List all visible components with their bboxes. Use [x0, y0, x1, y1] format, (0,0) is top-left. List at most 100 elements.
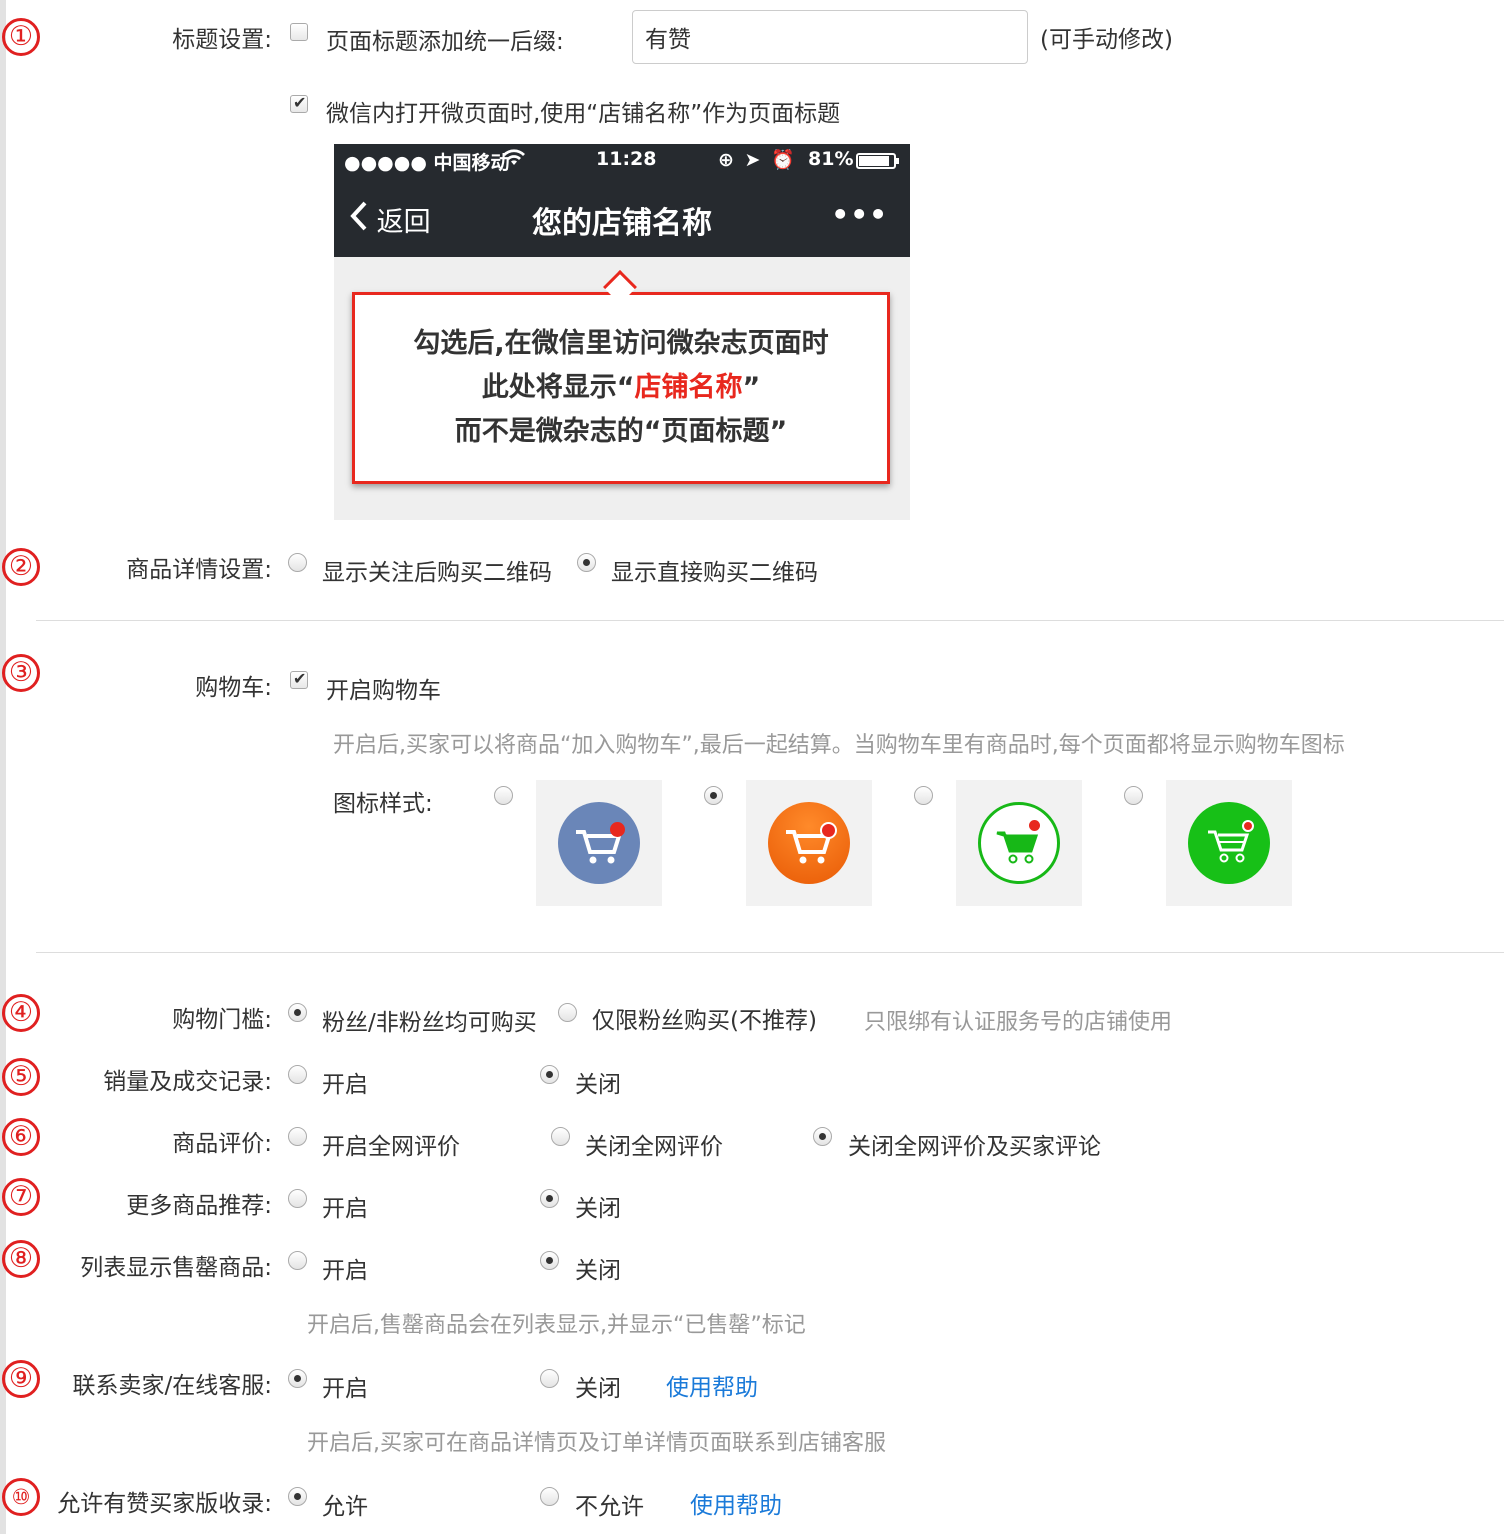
divider-1 [36, 620, 1504, 621]
sales-record-option-off: 关闭 [575, 1072, 621, 1098]
cart-icon-green-outline [978, 802, 1060, 884]
soldout-option-on: 开启 [322, 1258, 368, 1284]
title-preview-image: ●●●●● 中国移动 11:28 ⊕ ➤ ⏰ 81% 返回 您的店铺名称 •••… [334, 144, 910, 520]
battery-percent: 81% [808, 148, 854, 170]
sales-record-radio-off[interactable] [540, 1065, 559, 1084]
soldout-label: 列表显示售罄商品: [80, 1255, 272, 1281]
cart-tile-green-outline[interactable] [956, 780, 1082, 906]
cart-tile-green-filled[interactable] [1166, 780, 1292, 906]
divider-2 [36, 952, 1504, 953]
recommend-option-off: 关闭 [575, 1196, 621, 1222]
product-detail-label: 商品详情设置: [126, 557, 272, 583]
status-time: 11:28 [596, 148, 657, 170]
sales-record-radio-on[interactable] [288, 1065, 307, 1084]
collect-help-link[interactable]: 使用帮助 [690, 1486, 782, 1520]
threshold-option-all: 粉丝/非粉丝均可购买 [322, 1010, 537, 1036]
cart-icon-green-filled [1188, 802, 1270, 884]
left-edge [0, 0, 6, 1534]
review-label: 商品评价: [172, 1131, 272, 1157]
collect-radio-deny[interactable] [540, 1487, 559, 1506]
contact-option-off: 关闭 [575, 1376, 621, 1402]
threshold-note: 只限绑有认证服务号的店铺使用 [864, 1010, 1173, 1035]
review-radio-close[interactable] [551, 1127, 570, 1146]
wechat-title-label: 微信内打开微页面时,使用“店铺名称”作为页面标题 [326, 101, 841, 127]
cart-checkbox[interactable] [290, 669, 308, 689]
contact-option-on: 开启 [322, 1376, 368, 1402]
icon-style-radio-green-outline[interactable] [914, 786, 933, 805]
threshold-radio-all[interactable] [288, 1003, 307, 1022]
recommend-label: 更多商品推荐: [126, 1193, 272, 1219]
lock-rotation-icon: ⊕ [718, 149, 734, 171]
soldout-option-off: 关闭 [575, 1258, 621, 1284]
icon-style-radio-orange[interactable] [704, 786, 723, 805]
battery-icon [856, 152, 900, 174]
status-icons: ⊕ ➤ ⏰ [718, 148, 795, 171]
alarm-icon: ⏰ [771, 149, 795, 171]
soldout-radio-off[interactable] [540, 1251, 559, 1270]
callout-highlight: 店铺名称 [634, 372, 743, 403]
icon-style-radio-green-filled[interactable] [1124, 786, 1143, 805]
cart-hint: 开启后,买家可以将商品“加入购物车”,最后一起结算。当购物车里有商品时,每个页面… [333, 733, 1345, 758]
collect-option-allow: 允许 [322, 1494, 368, 1520]
preview-callout: 勾选后,在微信里访问微杂志页面时 此处将显示“店铺名称” 而不是微杂志的“页面标… [352, 292, 890, 484]
wechat-title-checkbox[interactable] [290, 93, 308, 113]
marker-8: ⑧ [2, 1240, 40, 1278]
threshold-label: 购物门槛: [172, 1007, 272, 1033]
cart-tile-blue[interactable] [536, 780, 662, 906]
carrier-status: ●●●●● 中国移动 [344, 152, 510, 174]
marker-10: ⑩ [2, 1478, 40, 1516]
product-detail-option-direct: 显示直接购买二维码 [611, 560, 818, 586]
marker-4: ④ [2, 994, 40, 1032]
review-radio-open[interactable] [288, 1127, 307, 1146]
suffix-label: 页面标题添加统一后缀: [326, 29, 564, 55]
review-option-close-all: 关闭全网评价及买家评论 [848, 1134, 1101, 1160]
callout-line-2-pre: 此处将显示“ [481, 372, 635, 403]
cart-label: 购物车: [195, 675, 272, 701]
collect-radio-allow[interactable] [288, 1487, 307, 1506]
threshold-option-fans: 仅限粉丝购买(不推荐) [592, 1008, 817, 1034]
review-option-close: 关闭全网评价 [585, 1134, 723, 1160]
recommend-radio-off[interactable] [540, 1189, 559, 1208]
wifi-icon [502, 149, 526, 172]
cart-badge-dot [610, 822, 625, 837]
callout-line-1: 勾选后,在微信里访问微杂志页面时 [413, 328, 829, 359]
contact-radio-on[interactable] [288, 1369, 307, 1388]
cart-badge-dot [1029, 820, 1040, 831]
suffix-checkbox[interactable] [290, 23, 308, 41]
contact-radio-off[interactable] [540, 1369, 559, 1388]
product-detail-radio-direct[interactable] [577, 553, 596, 572]
marker-1: ① [2, 18, 40, 56]
product-detail-option-follow: 显示关注后购买二维码 [322, 560, 552, 586]
cart-icon-blue [558, 802, 640, 884]
recommend-radio-on[interactable] [288, 1189, 307, 1208]
suffix-note: (可手动修改) [1040, 27, 1173, 53]
review-option-open: 开启全网评价 [322, 1134, 460, 1160]
marker-7: ⑦ [2, 1178, 40, 1216]
title-settings-label: 标题设置: [172, 27, 272, 53]
soldout-hint: 开启后,售罄商品会在列表显示,并显示“已售罄”标记 [307, 1313, 806, 1338]
marker-6: ⑥ [2, 1118, 40, 1156]
collect-option-deny: 不允许 [575, 1494, 644, 1520]
marker-5: ⑤ [2, 1058, 40, 1096]
cart-enable-label: 开启购物车 [326, 678, 441, 704]
soldout-radio-on[interactable] [288, 1251, 307, 1270]
more-icon: ••• [831, 198, 888, 231]
recommend-option-on: 开启 [322, 1196, 368, 1222]
marker-9: ⑨ [2, 1360, 40, 1398]
callout-line-3: 而不是微杂志的“页面标题” [454, 416, 788, 447]
product-detail-radio-follow[interactable] [288, 553, 307, 572]
contact-hint: 开启后,买家可在商品详情页及订单详情页面联系到店铺客服 [307, 1431, 886, 1456]
callout-line-2-post: ” [742, 372, 761, 403]
callout-line-2: 此处将显示“店铺名称” [355, 365, 887, 404]
contact-help-link[interactable]: 使用帮助 [666, 1368, 758, 1402]
collect-label: 允许有赞买家版收录: [57, 1491, 272, 1517]
cart-icon-orange [768, 802, 850, 884]
cart-tile-orange[interactable] [746, 780, 872, 906]
icon-style-radio-blue[interactable] [494, 786, 513, 805]
threshold-radio-fans[interactable] [558, 1003, 577, 1022]
preview-shop-title: 您的店铺名称 [532, 206, 712, 241]
suffix-input[interactable] [632, 10, 1028, 64]
review-radio-close-all[interactable] [813, 1127, 832, 1146]
icon-style-label: 图标样式: [333, 791, 433, 817]
sales-record-label: 销量及成交记录: [103, 1069, 272, 1095]
